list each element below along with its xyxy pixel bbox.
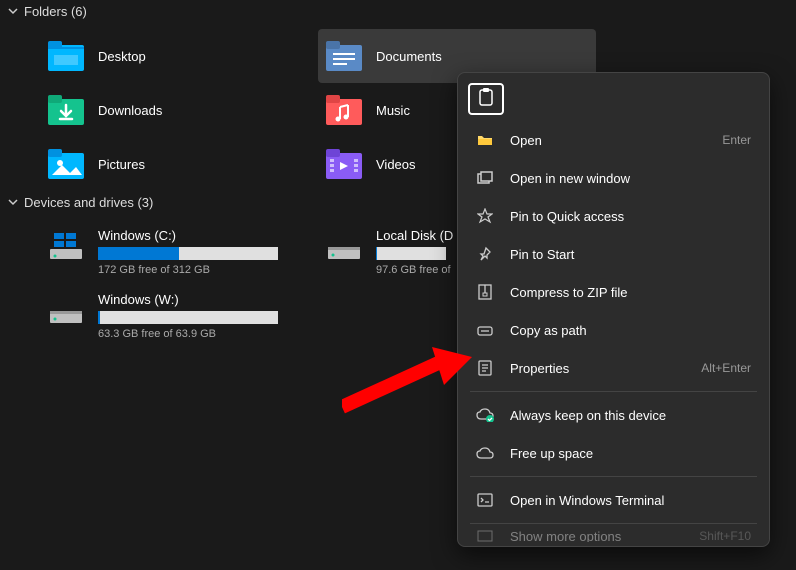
more-icon	[476, 528, 494, 542]
folder-label: Videos	[376, 157, 416, 172]
ctx-separator	[470, 523, 757, 524]
context-menu: Open Enter Open in new window Pin to Qui…	[457, 72, 770, 547]
ctx-label: Free up space	[510, 446, 751, 461]
ctx-free-space[interactable]: Free up space	[462, 434, 765, 472]
chevron-down-icon	[8, 4, 18, 19]
new-window-icon	[476, 169, 494, 187]
clipboard-icon	[478, 88, 494, 111]
terminal-icon	[476, 491, 494, 509]
ctx-separator	[470, 391, 757, 392]
drive-info: Windows (C:) 172 GB free of 312 GB	[98, 228, 310, 276]
ctx-label: Open	[510, 133, 722, 148]
drive-w[interactable]: Windows (W:) 63.3 GB free of 63.9 GB	[40, 284, 318, 348]
ctx-label: Properties	[510, 361, 701, 376]
disk-drive-icon	[48, 292, 84, 328]
ctx-shortcut: Shift+F10	[699, 529, 751, 542]
pin-icon	[476, 245, 494, 263]
pictures-folder-icon	[48, 146, 84, 182]
ctx-open[interactable]: Open Enter	[462, 121, 765, 159]
drive-free-text: 63.3 GB free of 63.9 GB	[98, 328, 310, 340]
folder-pictures[interactable]: Pictures	[40, 137, 318, 191]
ctx-label: Always keep on this device	[510, 408, 751, 423]
folder-desktop[interactable]: Desktop	[40, 29, 318, 83]
ctx-compress-zip[interactable]: Compress to ZIP file	[462, 273, 765, 311]
folder-label: Downloads	[98, 103, 162, 118]
ctx-pin-quick-access[interactable]: Pin to Quick access	[462, 197, 765, 235]
windows-drive-icon	[48, 228, 84, 264]
ctx-label: Open in new window	[510, 171, 751, 186]
drive-usage-bar	[98, 311, 278, 324]
cloud-check-icon	[476, 406, 494, 424]
folder-label: Documents	[376, 49, 442, 64]
chevron-down-icon	[8, 195, 18, 210]
ctx-label: Compress to ZIP file	[510, 285, 751, 300]
ctx-always-keep[interactable]: Always keep on this device	[462, 396, 765, 434]
folder-label: Music	[376, 103, 410, 118]
copy-path-icon	[476, 321, 494, 339]
cloud-icon	[476, 444, 494, 462]
disk-drive-icon	[326, 228, 362, 264]
drives-section-title: Devices and drives (3)	[24, 195, 153, 210]
ctx-label: Show more options	[510, 529, 699, 543]
music-folder-icon	[326, 92, 362, 128]
ctx-show-more[interactable]: Show more options Shift+F10	[462, 528, 765, 542]
ctx-label: Pin to Start	[510, 247, 751, 262]
drive-name: Windows (C:)	[98, 228, 310, 243]
properties-icon	[476, 359, 494, 377]
folder-label: Desktop	[98, 49, 146, 64]
context-menu-toolbar	[462, 77, 765, 121]
videos-folder-icon	[326, 146, 362, 182]
drive-name: Windows (W:)	[98, 292, 310, 307]
ctx-label: Copy as path	[510, 323, 751, 338]
ctx-copy-path[interactable]: Copy as path	[462, 311, 765, 349]
folder-downloads[interactable]: Downloads	[40, 83, 318, 137]
ctx-label: Pin to Quick access	[510, 209, 751, 224]
ctx-shortcut: Enter	[722, 133, 751, 147]
ctx-shortcut: Alt+Enter	[701, 361, 751, 375]
documents-folder-icon	[326, 38, 362, 74]
ctx-pin-start[interactable]: Pin to Start	[462, 235, 765, 273]
pin-icon	[476, 207, 494, 225]
drive-usage-bar	[98, 247, 278, 260]
folders-section-title: Folders (6)	[24, 4, 87, 19]
desktop-folder-icon	[48, 38, 84, 74]
folders-section-header[interactable]: Folders (6)	[0, 0, 796, 23]
zip-icon	[476, 283, 494, 301]
folder-label: Pictures	[98, 157, 145, 172]
downloads-folder-icon	[48, 92, 84, 128]
drive-c[interactable]: Windows (C:) 172 GB free of 312 GB	[40, 220, 318, 284]
drive-free-text: 172 GB free of 312 GB	[98, 264, 310, 276]
ctx-separator	[470, 476, 757, 477]
drive-info: Windows (W:) 63.3 GB free of 63.9 GB	[98, 292, 310, 340]
open-icon	[476, 131, 494, 149]
ctx-properties[interactable]: Properties Alt+Enter	[462, 349, 765, 387]
ctx-label: Open in Windows Terminal	[510, 493, 751, 508]
drive-usage-bar	[376, 247, 446, 260]
ctx-open-terminal[interactable]: Open in Windows Terminal	[462, 481, 765, 519]
paste-button[interactable]	[468, 83, 504, 115]
ctx-open-new-window[interactable]: Open in new window	[462, 159, 765, 197]
